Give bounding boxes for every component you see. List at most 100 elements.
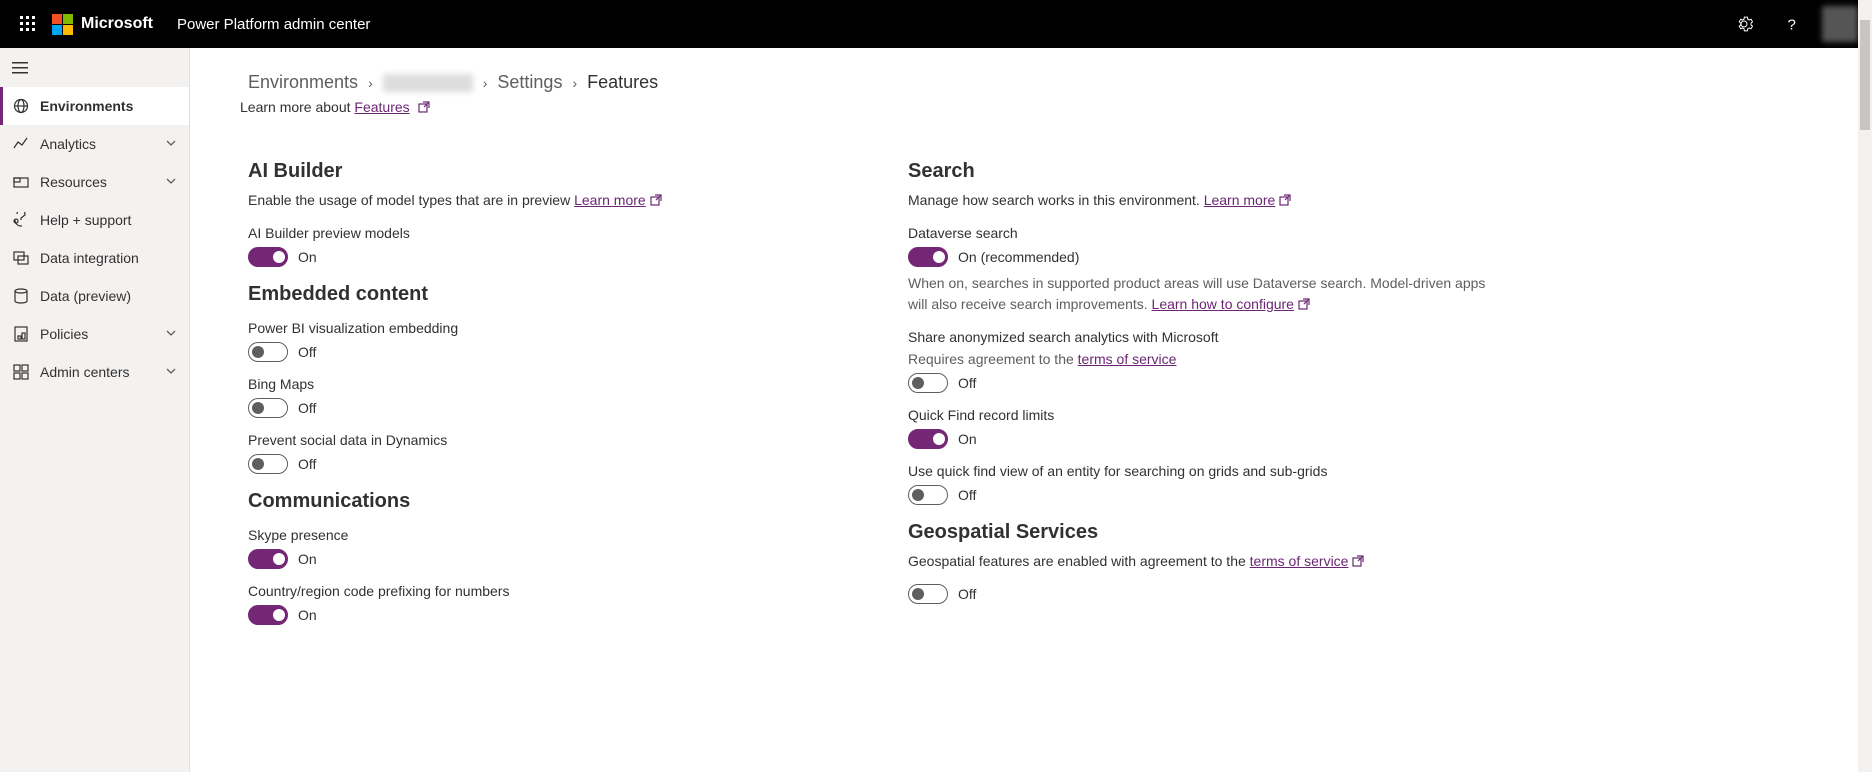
microsoft-logo-icon — [52, 14, 73, 35]
setting-label-use-quick-find-view-of-an-entity-for-searching-on-grids-and-sub-grids: Use quick find view of an entity for sea… — [908, 463, 1508, 479]
section-desc-link[interactable]: terms of service — [1250, 553, 1349, 569]
sidebar-item-environments[interactable]: Environments — [0, 87, 189, 125]
settings-button[interactable] — [1720, 0, 1768, 48]
help-button[interactable]: ? — [1768, 0, 1816, 48]
data-int-icon — [12, 249, 30, 267]
policies-icon — [12, 325, 30, 343]
microsoft-logo-text: Microsoft — [81, 15, 153, 33]
skype-presence-toggle[interactable] — [248, 549, 288, 569]
sidebar-item-label: Help + support — [40, 212, 177, 228]
learn-more-features-link[interactable]: Features — [354, 99, 409, 115]
setting-help-link[interactable]: Learn how to configure — [1152, 296, 1294, 312]
microsoft-logo[interactable]: Microsoft — [52, 14, 153, 35]
setting-label-bing-maps: Bing Maps — [248, 376, 848, 392]
sidebar-item-label: Data (preview) — [40, 288, 177, 304]
external-link-icon — [418, 100, 430, 116]
country-region-code-prefixing-for-numbers-toggle-state: On — [298, 607, 317, 623]
data-icon — [12, 287, 30, 305]
geospatial-services-toggle[interactable] — [908, 584, 948, 604]
setting-label-prevent-social-data-in-dynamics: Prevent social data in Dynamics — [248, 432, 848, 448]
sidebar-item-admin-centers[interactable]: Admin centers — [0, 353, 189, 391]
external-link-icon — [1279, 192, 1291, 212]
setting-help-dataverse-search: When on, searches in supported product a… — [908, 273, 1508, 315]
sidebar-item-label: Admin centers — [40, 364, 165, 380]
breadcrumb: Environments › › Settings › Features — [248, 72, 1814, 93]
sidebar-item-help-support[interactable]: Help + support — [0, 201, 189, 239]
setting-label-skype-presence: Skype presence — [248, 527, 848, 543]
globe-icon — [12, 97, 30, 115]
section-desc: Enable the usage of model types that are… — [248, 191, 848, 211]
external-link-icon — [650, 192, 662, 212]
sidebar: Environments Analytics Resources Help + sup… — [0, 48, 190, 772]
sidebar-item-data-preview-[interactable]: Data (preview) — [0, 277, 189, 315]
country-region-code-prefixing-for-numbers-toggle[interactable] — [248, 605, 288, 625]
learn-more-line: Learn more about Features — [240, 99, 1814, 116]
section-desc: Geospatial features are enabled with agr… — [908, 552, 1508, 572]
sidebar-item-label: Resources — [40, 174, 165, 190]
section-title: AI Builder — [248, 160, 848, 183]
breadcrumb-settings[interactable]: Settings — [497, 72, 562, 93]
sidebar-item-label: Analytics — [40, 136, 165, 152]
section-title: Search — [908, 160, 1508, 183]
question-icon: ? — [1783, 15, 1801, 33]
sidebar-item-label: Policies — [40, 326, 165, 342]
use-quick-find-view-of-an-entity-for-searching-on-grids-and-sub-grids-toggle-state: Off — [958, 487, 976, 503]
prevent-social-data-in-dynamics-toggle-state: Off — [298, 456, 316, 472]
sidebar-item-resources[interactable]: Resources — [0, 163, 189, 201]
external-link-icon — [1352, 553, 1364, 573]
app-launcher-button[interactable] — [8, 0, 48, 48]
chevron-down-icon — [165, 136, 177, 152]
section-desc-link[interactable]: Learn more — [574, 192, 646, 208]
chevron-down-icon — [165, 326, 177, 342]
setting-label-quick-find-record-limits: Quick Find record limits — [908, 407, 1508, 423]
scrollbar[interactable] — [1858, 0, 1872, 772]
sidebar-item-policies[interactable]: Policies — [0, 315, 189, 353]
sidebar-item-analytics[interactable]: Analytics — [0, 125, 189, 163]
ai-builder-preview-models-toggle-state: On — [298, 249, 317, 265]
user-avatar[interactable] — [1822, 6, 1858, 42]
left-column: AI Builder Enable the usage of model type… — [248, 144, 848, 629]
app-title: Power Platform admin center — [177, 16, 370, 33]
bing-maps-toggle[interactable] — [248, 398, 288, 418]
chevron-down-icon — [165, 364, 177, 380]
help-icon — [12, 211, 30, 229]
prevent-social-data-in-dynamics-toggle[interactable] — [248, 454, 288, 474]
setting-label-dataverse-search: Dataverse search — [908, 225, 1508, 241]
use-quick-find-view-of-an-entity-for-searching-on-grids-and-sub-grids-toggle[interactable] — [908, 485, 948, 505]
section-title: Geospatial Services — [908, 521, 1508, 544]
setting-label-power-bi-visualization-embedding: Power BI visualization embedding — [248, 320, 848, 336]
analytics-icon — [12, 135, 30, 153]
dataverse-search-toggle-state: On (recommended) — [958, 249, 1079, 265]
quick-find-record-limits-toggle[interactable] — [908, 429, 948, 449]
section-title: Communications — [248, 490, 848, 513]
sidebar-collapse-button[interactable] — [0, 52, 189, 87]
power-bi-visualization-embedding-toggle[interactable] — [248, 342, 288, 362]
section-desc: Manage how search works in this environm… — [908, 191, 1508, 211]
setting-sub-link[interactable]: terms of service — [1078, 351, 1177, 367]
breadcrumb-environments[interactable]: Environments — [248, 72, 358, 93]
ai-builder-preview-models-toggle[interactable] — [248, 247, 288, 267]
setting-label-ai-builder-preview-models: AI Builder preview models — [248, 225, 848, 241]
quick-find-record-limits-toggle-state: On — [958, 431, 977, 447]
external-link-icon — [1298, 295, 1310, 315]
share-anonymized-search-analytics-with-microsoft-toggle[interactable] — [908, 373, 948, 393]
scrollbar-thumb[interactable] — [1860, 20, 1870, 130]
setting-label-country-region-code-prefixing-for-numbers: Country/region code prefixing for number… — [248, 583, 848, 599]
sidebar-item-label: Environments — [40, 98, 177, 114]
breadcrumb-environment-name[interactable] — [383, 74, 473, 92]
section-title: Embedded content — [248, 283, 848, 306]
chevron-down-icon — [165, 174, 177, 190]
resources-icon — [12, 173, 30, 191]
power-bi-visualization-embedding-toggle-state: Off — [298, 344, 316, 360]
setting-label-share-anonymized-search-analytics-with-microsoft: Share anonymized search analytics with M… — [908, 329, 1508, 345]
sidebar-item-label: Data integration — [40, 250, 177, 266]
share-anonymized-search-analytics-with-microsoft-toggle-state: Off — [958, 375, 976, 391]
skype-presence-toggle-state: On — [298, 551, 317, 567]
setting-sub-share-anonymized-search-analytics-with-microsoft: Requires agreement to the terms of servi… — [908, 351, 1508, 367]
app-header: Microsoft Power Platform admin center ? — [0, 0, 1872, 48]
sidebar-item-data-integration[interactable]: Data integration — [0, 239, 189, 277]
gear-icon — [1735, 15, 1753, 33]
dataverse-search-toggle[interactable] — [908, 247, 948, 267]
right-column: Search Manage how search works in this en… — [908, 144, 1508, 629]
section-desc-link[interactable]: Learn more — [1204, 192, 1276, 208]
